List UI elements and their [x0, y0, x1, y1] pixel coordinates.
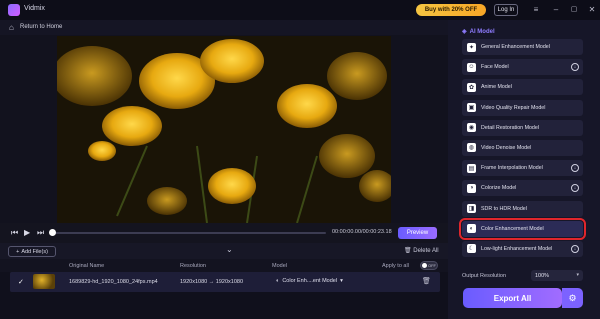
play-icon[interactable]: ▶	[24, 228, 30, 237]
download-icon[interactable]: ↓	[571, 63, 579, 72]
login-button[interactable]: Log In	[494, 4, 518, 16]
app-logo-icon	[8, 4, 20, 16]
timeline-track[interactable]	[51, 232, 326, 234]
skip-back-icon[interactable]: ⏮	[11, 228, 18, 238]
model-item[interactable]: ◑ Colorize Model ↓	[462, 180, 583, 197]
row-model-select[interactable]: ◐ Color Enh....ent Model ▾	[276, 275, 350, 287]
buy-button[interactable]: Buy with 20% OFF	[416, 4, 486, 16]
model-icon: ☾	[467, 244, 476, 254]
model-item[interactable]: ☾ Low-light Enhancement Model ↓	[462, 240, 583, 257]
home-icon[interactable]: ⌂	[9, 23, 14, 32]
model-icon: ◐	[467, 224, 476, 234]
plus-icon: +	[16, 248, 20, 255]
chevron-down-icon: ▾	[576, 272, 579, 278]
export-all-button[interactable]: Export All	[463, 288, 562, 308]
model-item-label: Colorize Model	[481, 185, 517, 192]
ai-model-heading-label: AI Model	[469, 28, 495, 35]
model-item[interactable]: ◨ SDR to HDR Model	[462, 200, 583, 217]
timeline-handle[interactable]	[49, 229, 56, 236]
col-original-name: Original Name	[69, 263, 105, 269]
model-item-label: Anime Model	[481, 84, 512, 91]
apply-to-all-label: Apply to all	[382, 263, 409, 269]
model-item-label: Video Denoise Model	[481, 144, 532, 151]
file-toolbar	[0, 243, 448, 259]
model-item[interactable]: ☺ Face Model ↓	[462, 59, 583, 76]
model-item[interactable]: ✦ General Enhancement Model	[462, 39, 583, 55]
back-bar	[0, 20, 448, 35]
video-thumbnail	[33, 274, 55, 289]
output-resolution-label: Output Resolution	[462, 273, 507, 279]
buy-button-label: Buy with 20% OFF	[424, 7, 478, 13]
maximize-icon[interactable]: ▢	[568, 3, 580, 15]
skip-forward-icon[interactable]: ⏭	[37, 228, 44, 238]
app-name: Vidmix	[24, 5, 45, 12]
model-icon: ▣	[467, 103, 476, 113]
ai-model-heading: ◈ AI Model	[462, 28, 495, 36]
download-icon[interactable]: ↓	[571, 164, 579, 173]
collapse-chevron-icon[interactable]: ⌄	[226, 245, 233, 254]
add-files-label: Add File(s)	[21, 248, 48, 255]
model-item-label: SDR to HDR Model	[481, 205, 527, 212]
app-window: Vidmix Buy with 20% OFF Log In ≡ – ▢ ✕ ⌂…	[0, 0, 600, 319]
file-resolution: 1920x1080 → 1920x1080	[180, 279, 243, 285]
row-model-value: Color Enh....ent Model	[282, 278, 338, 284]
output-resolution-value: 100%	[535, 272, 550, 279]
gear-icon[interactable]: ⚙	[562, 288, 583, 308]
close-icon[interactable]: ✕	[586, 3, 598, 15]
checkmark-icon[interactable]: ✓	[18, 278, 24, 286]
playback-time: 00:00:00.00/00:00:23.18	[332, 229, 392, 235]
model-item[interactable]: ◉ Detail Restoration Model	[462, 119, 583, 136]
model-item-label: Face Model	[481, 64, 509, 71]
model-icon: ◉	[467, 123, 476, 133]
return-home-link[interactable]: Return to Home	[20, 24, 62, 30]
video-preview	[57, 36, 391, 223]
file-table-header	[0, 259, 448, 272]
preview-button[interactable]: Preview	[398, 227, 437, 239]
palette-icon: ◐	[276, 278, 280, 284]
file-name: 1689829-hd_1920_1080_24fps.mp4	[69, 279, 158, 285]
download-icon[interactable]: ↓	[571, 244, 579, 253]
model-item[interactable]: ▤ Frame Interpolation Model ↓	[462, 160, 583, 177]
download-icon[interactable]: ↓	[571, 184, 579, 193]
model-item[interactable]: ◍ Video Denoise Model	[462, 139, 583, 156]
toggle-state-label: OFF	[428, 263, 436, 268]
col-model: Model	[272, 263, 287, 269]
add-files-button[interactable]: + Add File(s)	[8, 246, 56, 257]
model-icon: ◨	[467, 204, 476, 213]
model-item-label: Color Enhancement Model	[481, 225, 544, 232]
model-list: ✦ General Enhancement Model ☺ Face Model ↓ ✿ A…	[459, 39, 586, 261]
model-item-label: Detail Restoration Model	[481, 124, 539, 131]
minimize-icon[interactable]: –	[550, 3, 562, 15]
model-icon: ✿	[467, 82, 476, 92]
model-icon: ✦	[467, 42, 476, 52]
model-item[interactable]: ◐ Color Enhancement Model	[459, 217, 586, 240]
model-item-label: Video Quality Repair Model	[481, 104, 546, 111]
row-trash-icon[interactable]: 🗑	[422, 277, 431, 285]
model-icon: ◍	[467, 143, 476, 153]
model-item-label: General Enhancement Model	[481, 44, 550, 50]
model-icon: ☺	[467, 62, 476, 72]
chevron-down-icon: ▾	[340, 278, 343, 284]
hamburger-icon[interactable]: ≡	[530, 3, 542, 15]
delete-all-button[interactable]: 🗑 Delete All	[404, 247, 439, 254]
output-resolution-select[interactable]: 100% ▾	[531, 270, 583, 281]
model-item-label: Low-light Enhancement Model	[481, 245, 553, 252]
model-item[interactable]: ▣ Video Quality Repair Model	[462, 99, 583, 116]
trash-icon: 🗑	[404, 248, 412, 254]
ai-chip-icon: ◈	[462, 29, 467, 35]
video-frame-image	[57, 36, 391, 223]
col-resolution: Resolution	[180, 263, 206, 269]
model-icon: ▤	[467, 163, 476, 173]
file-list-empty-area	[0, 292, 448, 319]
model-icon: ◑	[467, 183, 476, 193]
delete-all-label: Delete All	[413, 248, 439, 254]
model-item-label: Frame Interpolation Model	[481, 165, 543, 172]
model-item[interactable]: ✿ Anime Model	[462, 79, 583, 96]
